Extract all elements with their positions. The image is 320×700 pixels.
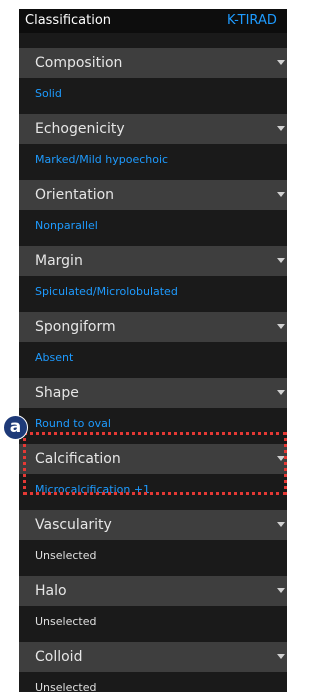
- item-label: Calcification: [35, 451, 121, 467]
- item-vascularity: Vascularity Unselected: [19, 510, 287, 576]
- item-value: Nonparallel: [35, 219, 98, 232]
- item-value: Marked/Mild hypoechoic: [35, 153, 169, 166]
- item-shape: Shape Round to oval: [19, 378, 287, 444]
- vascularity-dropdown[interactable]: Vascularity: [19, 510, 287, 540]
- chevron-down-icon: [277, 522, 285, 527]
- item-label: Echogenicity: [35, 121, 125, 137]
- item-value: Unselected: [35, 549, 97, 562]
- chevron-down-icon: [277, 654, 285, 659]
- item-margin: Margin Spiculated/Microlobulated: [19, 246, 287, 312]
- item-value: Spiculated/Microlobulated: [35, 285, 178, 298]
- item-label: Colloid: [35, 649, 83, 665]
- spongiform-dropdown[interactable]: Spongiform: [19, 312, 287, 342]
- item-label: Spongiform: [35, 319, 116, 335]
- composition-dropdown[interactable]: Composition: [19, 48, 287, 78]
- chevron-down-icon: [277, 588, 285, 593]
- classification-system-label: K-TIRAD: [227, 13, 277, 28]
- chevron-down-icon: [277, 390, 285, 395]
- item-value: Absent: [35, 351, 74, 364]
- item-echogenicity: Echogenicity Marked/Mild hypoechoic: [19, 114, 287, 180]
- chevron-down-icon: [277, 60, 285, 65]
- item-value: Solid: [35, 87, 62, 100]
- shape-dropdown[interactable]: Shape: [19, 378, 287, 408]
- item-colloid: Colloid Unselected: [19, 642, 287, 692]
- chevron-down-icon: [277, 258, 285, 263]
- classification-panel: Classification K-TIRAD Composition Solid…: [19, 9, 287, 692]
- item-value: Round to oval: [35, 417, 111, 430]
- item-composition: Composition Solid: [19, 48, 287, 114]
- item-spongiform: Spongiform Absent: [19, 312, 287, 378]
- margin-dropdown[interactable]: Margin: [19, 246, 287, 276]
- panel-title: Classification: [25, 13, 112, 28]
- annotation-marker: a: [3, 415, 28, 440]
- item-halo: Halo Unselected: [19, 576, 287, 642]
- chevron-down-icon: [277, 126, 285, 131]
- item-label: Vascularity: [35, 517, 112, 533]
- item-calcification: Calcification Microcalcification +1: [19, 444, 287, 510]
- item-label: Shape: [35, 385, 79, 401]
- halo-dropdown[interactable]: Halo: [19, 576, 287, 606]
- calcification-dropdown[interactable]: Calcification: [19, 444, 287, 474]
- item-value: Microcalcification +1: [35, 483, 151, 496]
- item-label: Margin: [35, 253, 83, 269]
- echogenicity-dropdown[interactable]: Echogenicity: [19, 114, 287, 144]
- item-label: Composition: [35, 55, 123, 71]
- colloid-dropdown[interactable]: Colloid: [19, 642, 287, 672]
- item-label: Halo: [35, 583, 67, 599]
- item-orientation: Orientation Nonparallel: [19, 180, 287, 246]
- item-value: Unselected: [35, 681, 97, 692]
- chevron-down-icon: [277, 456, 285, 461]
- orientation-dropdown[interactable]: Orientation: [19, 180, 287, 210]
- item-label: Orientation: [35, 187, 115, 203]
- panel-header: Classification K-TIRAD: [19, 9, 287, 33]
- chevron-down-icon: [277, 192, 285, 197]
- item-value: Unselected: [35, 615, 97, 628]
- chevron-down-icon: [277, 324, 285, 329]
